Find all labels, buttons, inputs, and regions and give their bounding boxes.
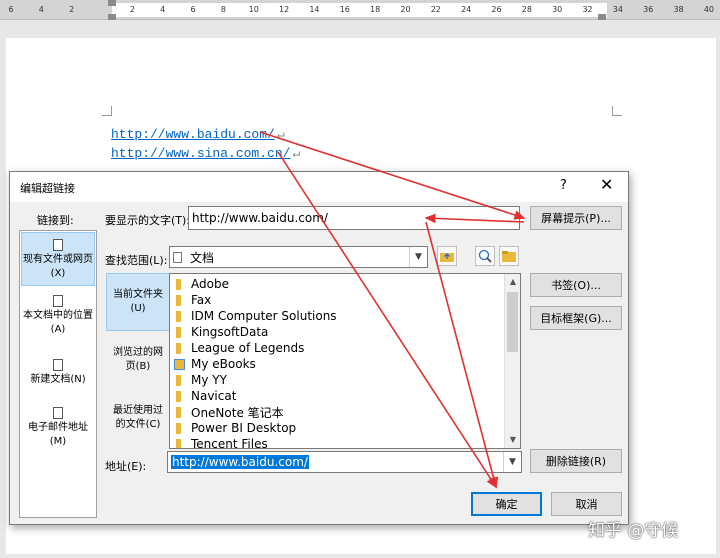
annotation-arrow <box>259 131 526 220</box>
watermark: 知乎 @守候 <box>588 521 679 541</box>
annotation-arrow <box>277 151 497 489</box>
annotation-arrow <box>425 221 499 489</box>
annotation-arrows <box>259 131 526 489</box>
annotation-arrow <box>424 213 525 224</box>
